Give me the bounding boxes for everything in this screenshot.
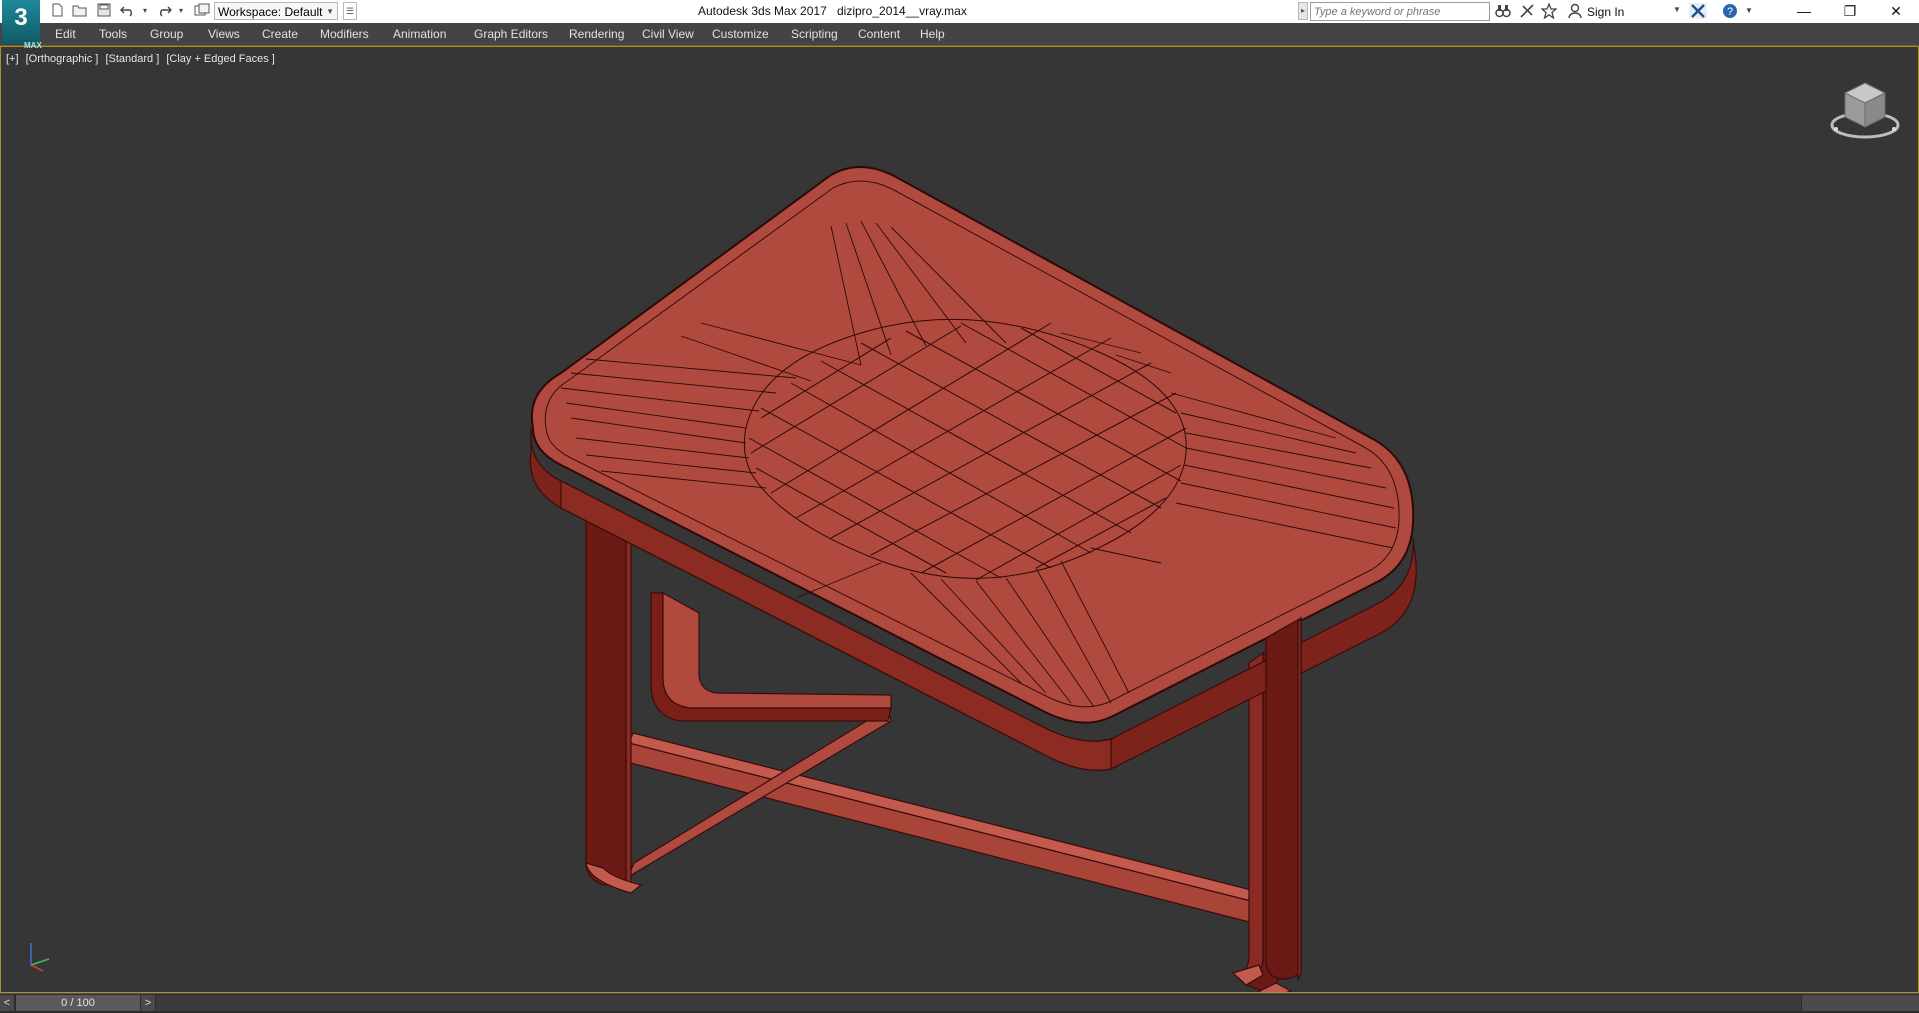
redo-icon[interactable] bbox=[156, 3, 172, 19]
menu-civil-view[interactable]: Civil View bbox=[642, 27, 694, 41]
menu-animation[interactable]: Animation bbox=[393, 27, 446, 41]
menu-rendering[interactable]: Rendering bbox=[569, 27, 624, 41]
new-file-icon[interactable] bbox=[50, 3, 64, 19]
communication-center-icon[interactable] bbox=[1519, 3, 1535, 22]
user-icon bbox=[1568, 3, 1582, 22]
search-input[interactable] bbox=[1310, 2, 1490, 21]
redo-dropdown-icon[interactable]: ▾ bbox=[179, 3, 183, 19]
chevron-down-icon[interactable]: ▼ bbox=[1745, 3, 1753, 19]
viewcube[interactable] bbox=[1827, 77, 1903, 145]
perspective-viewport[interactable]: [+] [Orthographic ] [Standard ] [Clay + … bbox=[0, 46, 1919, 993]
menu-customize[interactable]: Customize bbox=[712, 27, 769, 41]
menu-graph-editors[interactable]: Graph Editors bbox=[474, 27, 548, 41]
menu-scripting[interactable]: Scripting bbox=[791, 27, 838, 41]
scene-table-model[interactable] bbox=[1, 47, 1918, 992]
autodesk-x-icon[interactable] bbox=[1689, 3, 1707, 22]
menu-modifiers[interactable]: Modifiers bbox=[320, 27, 369, 41]
menu-help[interactable]: Help bbox=[920, 27, 945, 41]
open-file-icon[interactable] bbox=[72, 3, 88, 19]
menu-views[interactable]: Views bbox=[208, 27, 240, 41]
app-logo-subtext: MAX bbox=[24, 41, 42, 50]
table-leg-front-left bbox=[585, 512, 632, 888]
axis-tripod-icon bbox=[30, 943, 50, 972]
search-expand-button[interactable]: ▸ bbox=[1298, 2, 1308, 20]
sign-in-button[interactable]: Sign In bbox=[1587, 5, 1624, 19]
close-button[interactable]: ✕ bbox=[1873, 0, 1919, 23]
chevron-down-icon[interactable]: ▼ bbox=[1673, 5, 1681, 14]
star-icon[interactable] bbox=[1540, 2, 1558, 22]
menu-edit[interactable]: Edit bbox=[55, 27, 76, 41]
project-folder-icon[interactable] bbox=[194, 3, 210, 19]
title-bar: 3 MAX ▾ ▾ Workspace: Default ▼ ☰ Autodes… bbox=[0, 0, 1919, 50]
chevron-down-icon: ▼ bbox=[326, 7, 334, 16]
main-menu-bar: Edit Tools Group Views Create Modifiers … bbox=[0, 23, 1919, 46]
menu-tools[interactable]: Tools bbox=[99, 27, 127, 41]
minimize-button[interactable]: — bbox=[1781, 0, 1827, 23]
menu-content[interactable]: Content bbox=[858, 27, 900, 41]
time-slider-track[interactable] bbox=[156, 995, 1801, 1011]
app-title: Autodesk 3ds Max 2017 bbox=[698, 4, 827, 18]
application-menu-button[interactable]: 3 MAX bbox=[2, 0, 42, 50]
binoculars-icon[interactable] bbox=[1495, 3, 1511, 22]
time-slider-next-button[interactable]: > bbox=[141, 995, 155, 1011]
undo-dropdown-icon[interactable]: ▾ bbox=[143, 3, 147, 19]
menu-group[interactable]: Group bbox=[150, 27, 183, 41]
file-title: dizipro_2014__vray.max bbox=[837, 4, 967, 18]
quick-access-customize-button[interactable]: ☰ bbox=[343, 2, 357, 20]
help-icon[interactable]: ? bbox=[1722, 3, 1740, 22]
undo-icon[interactable] bbox=[120, 3, 136, 19]
menu-create[interactable]: Create bbox=[262, 27, 298, 41]
time-slider-prev-button[interactable]: < bbox=[0, 995, 14, 1011]
workspace-dropdown[interactable]: Workspace: Default ▼ bbox=[214, 2, 338, 20]
save-icon[interactable] bbox=[97, 3, 111, 19]
time-slider-thumb[interactable]: 0 / 100 bbox=[16, 995, 140, 1011]
workspace-label: Workspace: Default bbox=[218, 5, 323, 19]
restore-button[interactable]: ❐ bbox=[1827, 0, 1873, 23]
svg-text:?: ? bbox=[1727, 6, 1733, 18]
time-slider-end-area bbox=[1802, 995, 1919, 1011]
time-slider: < 0 / 100 > bbox=[0, 993, 1919, 1013]
app-logo-text: 3 bbox=[14, 4, 28, 31]
